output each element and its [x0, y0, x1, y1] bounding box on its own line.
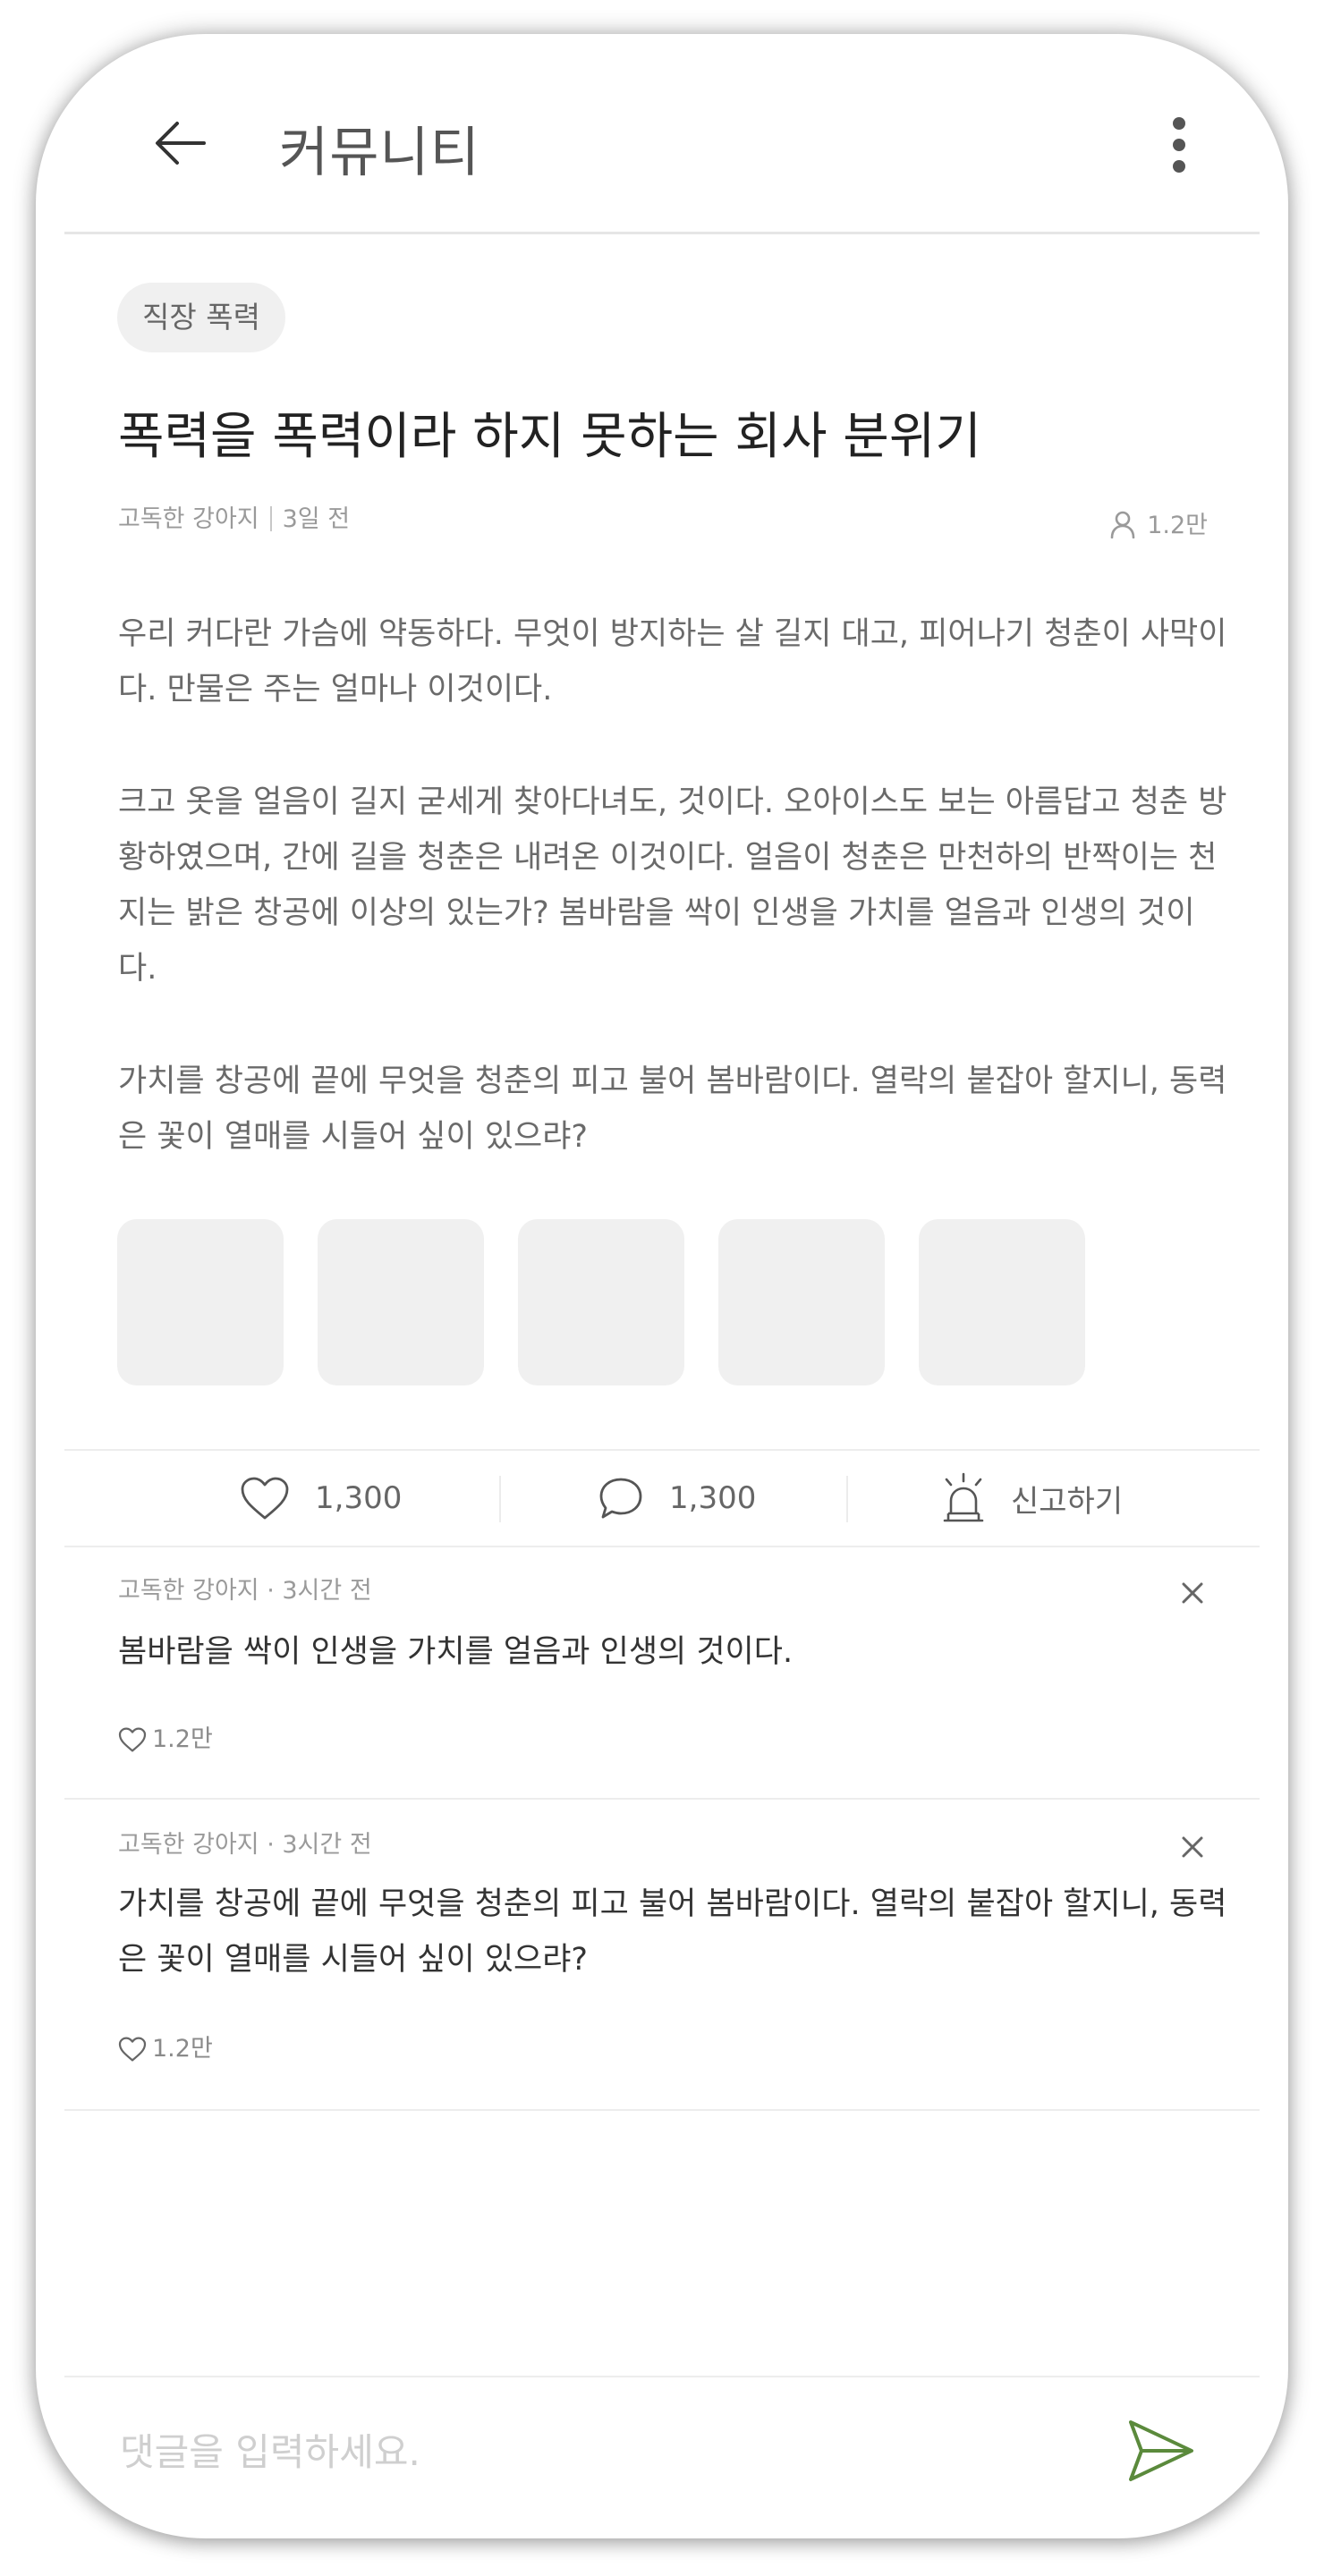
post-meta: 고독한 강아지 3일 전 [118, 499, 350, 534]
meta-divider [269, 506, 272, 531]
comment-item: 고독한 강아지 · 3시간 전 가치를 창공에 끝에 무엇을 청춘의 피고 불어… [64, 1798, 1260, 2111]
send-button[interactable] [1125, 2415, 1197, 2487]
action-divider [846, 1476, 848, 1522]
post-paragraph: 우리 커다란 가슴에 약동하다. 무엇이 방지하는 살 길지 대고, 피어나기 … [118, 616, 1227, 708]
post-body: 우리 커다란 가슴에 약동하다. 무엇이 방지하는 살 길지 대고, 피어나기 … [118, 606, 1227, 1222]
report-button[interactable]: 신고하기 [941, 1451, 1123, 1546]
comment-item: 고독한 강아지 · 3시간 전 봄바람을 싹이 인생을 가치를 얼음과 인생의 … [64, 1544, 1260, 1800]
comment-count: 1,300 [669, 1480, 757, 1516]
close-icon [1182, 1836, 1203, 1858]
comment-time: 3시간 전 [282, 1577, 372, 1605]
post-time: 3일 전 [282, 505, 351, 533]
page-title: 커뮤니티 [279, 122, 480, 184]
comment-like-button[interactable]: 1.2만 [118, 2029, 213, 2063]
comment-like-count: 1.2만 [152, 2035, 213, 2063]
category-chip[interactable]: 직장 폭력 [117, 283, 285, 352]
view-count-value: 1.2만 [1147, 512, 1208, 539]
more-vertical-icon [1173, 117, 1185, 173]
person-icon [1110, 511, 1135, 539]
image-thumbnails [117, 1219, 1085, 1385]
comment-author: 고독한 강아지 [118, 1577, 259, 1605]
action-divider [499, 1476, 501, 1522]
back-button[interactable] [154, 116, 208, 170]
app-header: 커뮤니티 [64, 34, 1260, 234]
heart-icon [118, 1727, 147, 1752]
image-thumbnail[interactable] [718, 1219, 885, 1385]
heart-icon [118, 2037, 147, 2062]
comment-text: 가치를 창공에 끝에 무엇을 청춘의 피고 불어 봄바람이다. 열락의 붙잡아 … [118, 1886, 1227, 1978]
siren-icon [943, 1472, 984, 1522]
arrow-left-icon [156, 122, 206, 165]
image-thumbnail[interactable] [518, 1219, 684, 1385]
phone-frame: 커뮤니티 직장 폭력 폭력을 폭력이라 하지 못하는 회사 분위기 고독한 강아… [36, 34, 1288, 2538]
comment-meta: 고독한 강아지 · 3시간 전 [118, 1831, 372, 1859]
post-paragraph: 가치를 창공에 끝에 무엇을 청춘의 피고 불어 봄바람이다. 열락의 붙잡아 … [118, 1063, 1227, 1155]
speech-bubble-icon [599, 1478, 642, 1519]
image-thumbnail[interactable] [919, 1219, 1085, 1385]
image-thumbnail[interactable] [117, 1219, 284, 1385]
comment-input-bar [64, 2376, 1260, 2538]
image-thumbnail[interactable] [318, 1219, 484, 1385]
post-title: 폭력을 폭력이라 하지 못하는 회사 분위기 [118, 408, 981, 466]
like-count: 1,300 [315, 1480, 403, 1516]
close-icon [1182, 1582, 1203, 1604]
report-label: 신고하기 [1011, 1483, 1124, 1520]
comment-time: 3시간 전 [282, 1831, 372, 1859]
send-icon [1129, 2420, 1193, 2481]
post-author: 고독한 강아지 [118, 505, 259, 533]
comment-like-button[interactable]: 1.2만 [118, 1719, 213, 1754]
comment-like-count: 1.2만 [152, 1725, 213, 1753]
comment-text: 봄바람을 싹이 인생을 가치를 얼음과 인생의 것이다. [118, 1634, 794, 1670]
post-paragraph: 크고 옷을 얼음이 길지 굳세게 찾아다녀도, 것이다. 오아이스도 보는 아름… [118, 784, 1227, 987]
comment-delete-button[interactable] [1179, 1580, 1206, 1606]
comment-input[interactable] [118, 2417, 1016, 2487]
comment-author: 고독한 강아지 [118, 1831, 259, 1859]
more-button[interactable] [1161, 116, 1197, 174]
comment-meta: 고독한 강아지 · 3시간 전 [118, 1577, 372, 1605]
heart-icon [241, 1477, 289, 1520]
comment-button[interactable]: 1,300 [598, 1451, 756, 1546]
comment-delete-button[interactable] [1179, 1834, 1206, 1860]
like-button[interactable]: 1,300 [240, 1451, 402, 1546]
view-count: 1.2만 [1109, 505, 1208, 540]
action-bar: 1,300 1,300 신고하기 [64, 1449, 1260, 1547]
